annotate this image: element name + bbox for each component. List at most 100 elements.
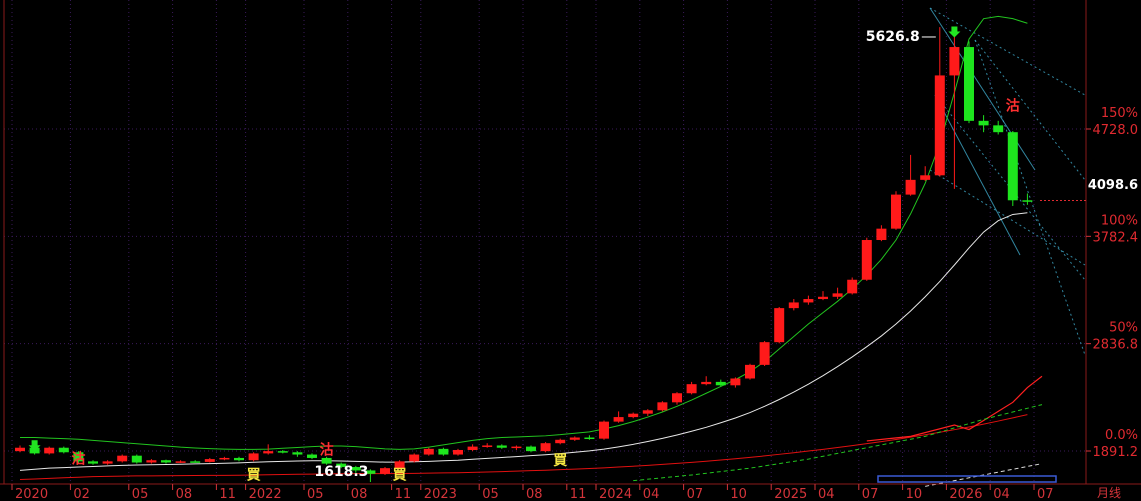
candle-body — [511, 446, 522, 449]
time-tick-label: 02 — [73, 487, 90, 501]
buy-signal: 買 — [393, 468, 408, 484]
candle-body — [993, 125, 1004, 133]
candle-body — [409, 454, 420, 462]
candle-body — [102, 461, 113, 464]
candle-body — [146, 460, 157, 463]
time-tick-label: 11 — [219, 487, 236, 501]
period-label: 月线 — [1097, 486, 1121, 500]
candle-body — [307, 454, 317, 458]
time-tick-label: 07 — [862, 487, 879, 501]
time-tick-label: 2023 — [424, 487, 457, 501]
candle-body — [672, 393, 682, 403]
candle-body — [949, 47, 960, 76]
time-tick-label: 2025 — [774, 487, 807, 501]
candle-body — [701, 381, 712, 385]
sell-signal: 沽 — [320, 442, 334, 459]
candle-body — [774, 308, 785, 343]
candle-body — [832, 293, 843, 297]
candle-body — [847, 279, 858, 294]
candle-body — [1007, 132, 1018, 201]
percent-tick-label: 150% — [1101, 106, 1138, 121]
candle-body — [526, 446, 536, 452]
candle-body — [248, 453, 259, 461]
candle-body — [58, 447, 69, 453]
time-tick-label: 11 — [570, 487, 587, 501]
candle-body — [584, 437, 595, 440]
low-price-annotation: 1618.3 — [314, 464, 368, 480]
candle-body — [642, 410, 653, 414]
candle-body — [15, 447, 25, 452]
sell-signal: 沽 — [1006, 98, 1020, 115]
candle-body — [569, 437, 580, 440]
candle-body — [730, 378, 741, 386]
candle-body — [715, 381, 726, 386]
candle-body — [219, 457, 230, 460]
time-tick-label: 2020 — [15, 487, 48, 501]
candle-body — [496, 445, 507, 448]
time-tick-label: 2022 — [249, 487, 282, 501]
sell-signal: 沽 — [71, 451, 85, 468]
candle-body — [686, 384, 697, 394]
candle-body — [277, 451, 288, 453]
time-tick-label: 11 — [395, 487, 412, 501]
candle-body — [482, 445, 493, 447]
candle-body — [745, 364, 755, 379]
candle-body — [131, 455, 142, 463]
buy-signal: 買 — [553, 453, 568, 469]
candle-body — [599, 421, 609, 439]
percent-tick-label: 0.0% — [1105, 428, 1138, 443]
time-tick-label: 08 — [351, 487, 368, 501]
candle-body — [555, 439, 566, 444]
candle-body — [891, 194, 901, 229]
candle-body — [613, 417, 624, 422]
time-tick-label: 04 — [643, 487, 660, 501]
candle-body — [803, 299, 814, 303]
price-tick-label: 1891.2 — [1093, 445, 1139, 460]
candle-body — [657, 402, 668, 411]
time-tick-label: 05 — [307, 487, 324, 501]
percent-tick-label: 100% — [1101, 213, 1138, 228]
candle-body — [204, 459, 215, 462]
candle-body — [905, 179, 916, 195]
candle-body — [628, 413, 639, 418]
time-tick-label: 04 — [818, 487, 835, 501]
candle-body — [876, 228, 887, 241]
time-tick-label: 08 — [176, 487, 193, 501]
candle-body — [964, 47, 974, 121]
stock-chart[interactable]: 5626.81618.3買 買買沽沽沽 月线 4098.6 4728.03782.… — [0, 0, 1141, 501]
candle-body — [190, 461, 201, 463]
candle-body — [175, 461, 186, 463]
candle-body — [467, 446, 478, 451]
candle-body — [380, 468, 390, 474]
candle-body — [321, 457, 332, 464]
candle-body — [453, 450, 463, 455]
candle-body — [788, 302, 799, 309]
candle-body — [438, 448, 449, 455]
candle-body — [920, 175, 931, 180]
time-tick-label: 2024 — [599, 487, 632, 501]
candle-body — [234, 457, 244, 461]
last-price-label: 4098.6 — [1088, 178, 1138, 193]
time-tick-label: 05 — [132, 487, 149, 501]
candle-body — [818, 296, 828, 300]
time-tick-label: 2026 — [949, 487, 982, 501]
candle-body — [263, 451, 274, 454]
candle-body — [423, 448, 434, 455]
candle-body — [44, 447, 55, 454]
time-tick-label: 04 — [993, 487, 1010, 501]
candle-body — [1022, 200, 1033, 202]
time-tick-label: 07 — [1037, 487, 1054, 501]
candle-body — [292, 452, 303, 455]
candle-body — [978, 120, 989, 126]
time-tick-label: 08 — [526, 487, 543, 501]
high-price-annotation: 5626.8 — [866, 29, 920, 45]
candle-body — [759, 342, 770, 365]
candle-body — [934, 75, 945, 176]
buy-signal: 買 — [247, 468, 262, 484]
price-tick-label: 2836.8 — [1093, 338, 1139, 353]
candle-body — [540, 443, 551, 452]
time-tick-label: 07 — [687, 487, 704, 501]
time-tick-label: 05 — [482, 487, 499, 501]
candle-body — [161, 460, 171, 463]
time-tick-label: 10 — [906, 487, 923, 501]
